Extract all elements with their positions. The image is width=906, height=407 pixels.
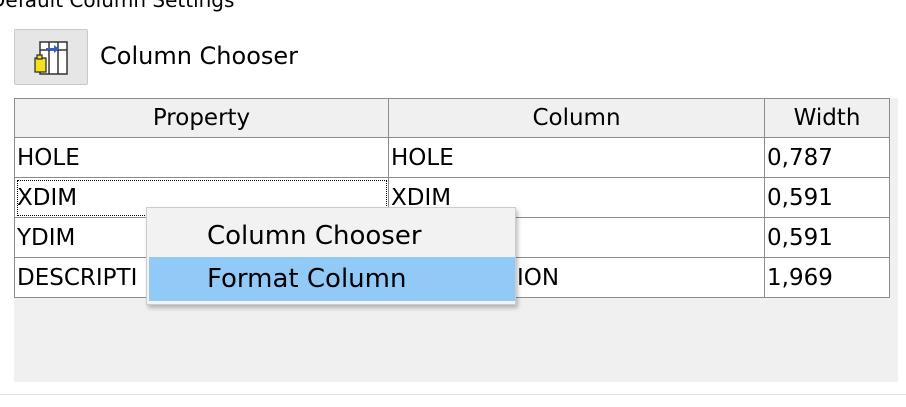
cell-width[interactable]: 1,969 bbox=[764, 257, 890, 298]
cell-width[interactable]: 0,787 bbox=[764, 137, 890, 178]
menu-item-column-chooser[interactable]: Column Chooser bbox=[149, 214, 515, 258]
column-header-column[interactable]: Column bbox=[388, 98, 765, 138]
grid-header-row: Property Column Width bbox=[14, 98, 890, 138]
context-menu: Column Chooser Format Column bbox=[146, 207, 516, 305]
column-header-width[interactable]: Width bbox=[764, 98, 890, 138]
column-header-property[interactable]: Property bbox=[14, 98, 389, 138]
column-chooser-button[interactable] bbox=[14, 29, 88, 85]
menu-item-format-column[interactable]: Format Column bbox=[149, 257, 515, 301]
cell-property[interactable]: HOLE bbox=[14, 137, 389, 178]
cell-width[interactable]: 0,591 bbox=[764, 177, 890, 218]
table-row[interactable]: HOLE HOLE 0,787 bbox=[14, 137, 890, 178]
divider bbox=[0, 394, 906, 395]
section-title: Default Column Settings bbox=[0, 0, 235, 12]
cell-width[interactable]: 0,591 bbox=[764, 217, 890, 258]
cell-column[interactable]: HOLE bbox=[388, 137, 765, 178]
column-chooser-label: Column Chooser bbox=[100, 42, 299, 70]
column-chooser-icon bbox=[34, 41, 68, 75]
